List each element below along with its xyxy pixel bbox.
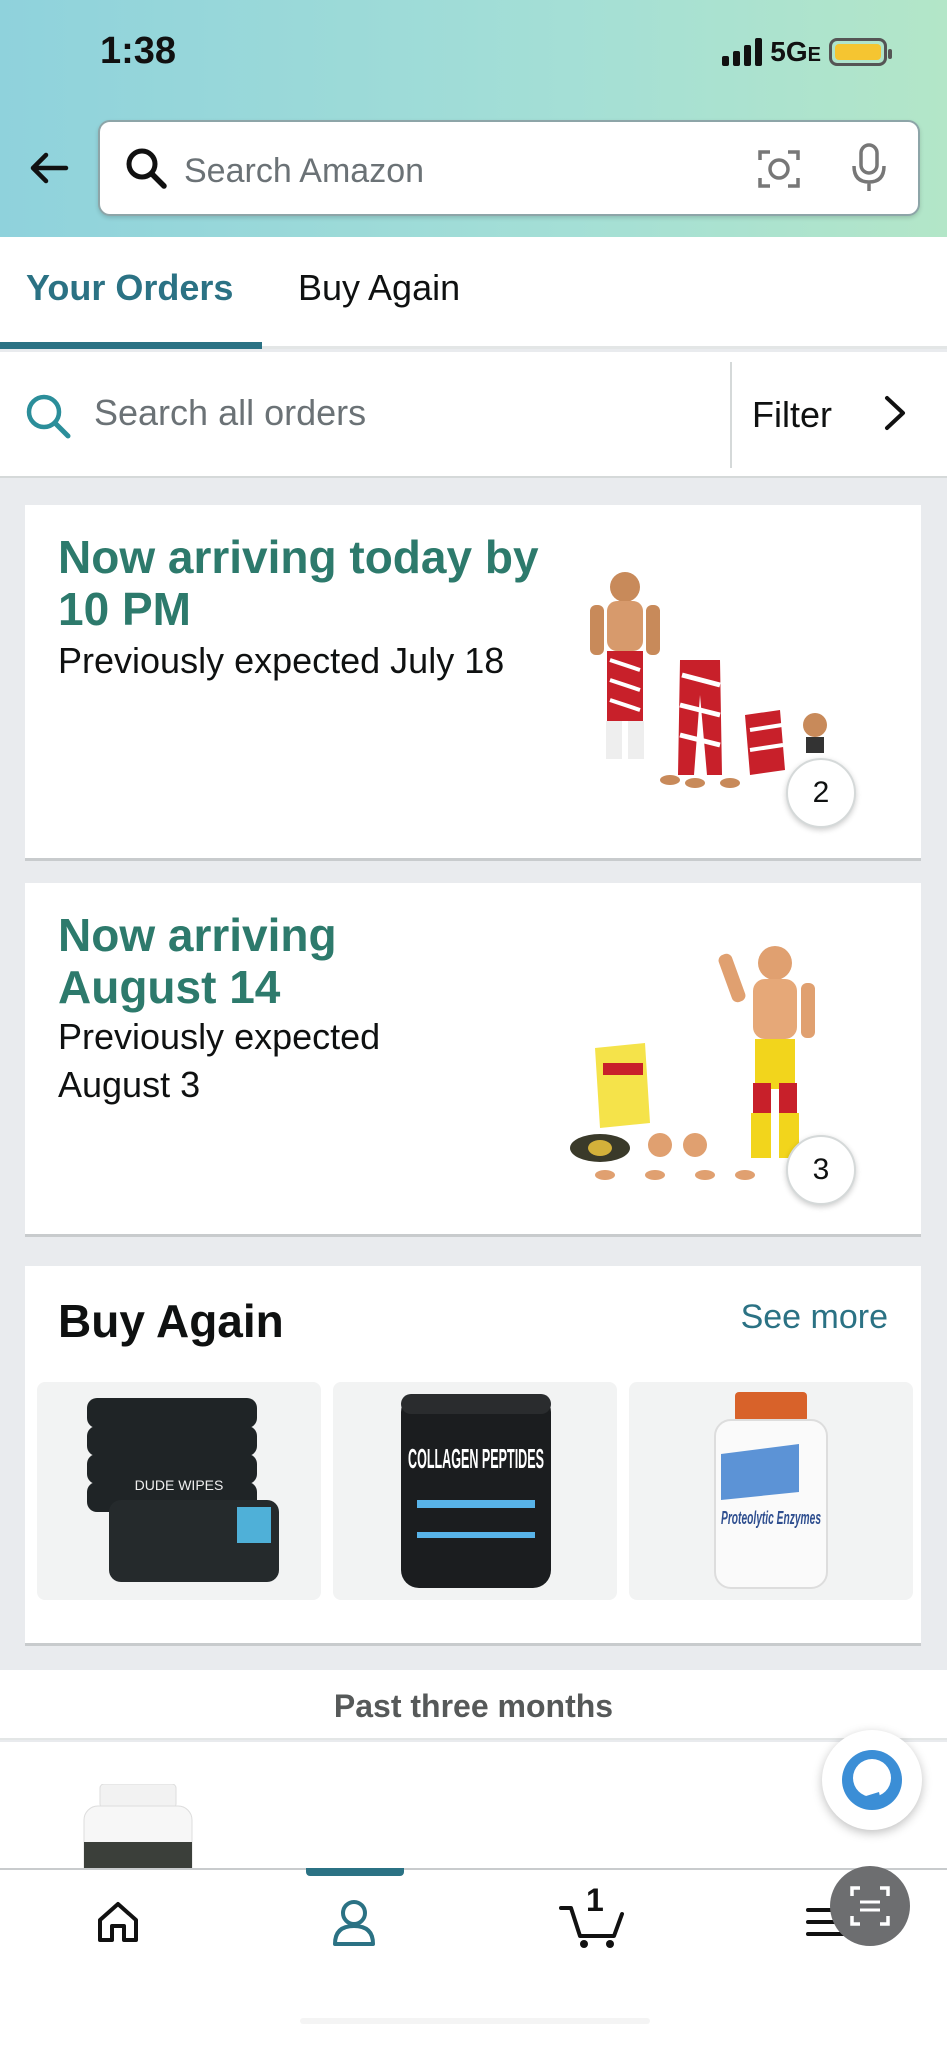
divider: [730, 362, 732, 468]
status-time: 1:38: [100, 30, 177, 72]
cart-button[interactable]: 1: [558, 1882, 628, 1950]
buy-again-product-collagen[interactable]: COLLAGEN PEPTIDES: [333, 1382, 617, 1600]
arrival-headline: Now arriving today by 10 PM: [58, 531, 539, 635]
previous-expected-date: Previously expected July 18: [58, 640, 505, 681]
order-card[interactable]: Now arriving today by 10 PM Previously e…: [25, 505, 921, 861]
buy-again-section: Buy Again See more DUDE WIPES COLLAGEN P…: [25, 1266, 921, 1646]
home-icon[interactable]: [94, 1898, 142, 1946]
product-label: COLLAGEN PEPTIDES: [408, 1443, 544, 1474]
tab-your-orders[interactable]: Your Orders: [26, 267, 233, 309]
order-card[interactable]: Now arriving August 14 Previously expect…: [25, 883, 921, 1237]
signal-icon: [722, 38, 763, 66]
mic-icon[interactable]: [848, 142, 890, 194]
search-icon: [26, 394, 71, 439]
orders-search-row: Search all orders Filter: [0, 352, 947, 478]
buy-again-product-wipes[interactable]: DUDE WIPES: [37, 1382, 321, 1600]
active-tab-underline: [0, 342, 262, 349]
battery-icon: [829, 38, 892, 66]
product-image: COLLAGEN PEPTIDES: [401, 1394, 551, 1588]
cart-count: 1: [586, 1882, 604, 1918]
scan-button[interactable]: [830, 1866, 910, 1946]
product-image: Proteolytic Enzymes: [714, 1392, 828, 1589]
active-nav-indicator: [306, 1868, 404, 1876]
filter-button[interactable]: Filter: [752, 394, 832, 436]
amazon-search-bar[interactable]: Search Amazon: [98, 120, 920, 216]
orders-search-input[interactable]: Search all orders: [94, 392, 366, 434]
app-header: 1:38 5GE Search Amazon: [0, 0, 947, 237]
search-icon: [126, 148, 167, 189]
past-orders-list[interactable]: [0, 1742, 947, 1872]
see-more-link[interactable]: See more: [741, 1298, 888, 1337]
buy-again-title: Buy Again: [58, 1295, 284, 1347]
tab-buy-again[interactable]: Buy Again: [298, 267, 460, 309]
account-icon[interactable]: [330, 1898, 378, 1948]
camera-icon[interactable]: [756, 146, 802, 192]
product-label: Proteolytic Enzymes: [721, 1508, 821, 1528]
product-image: DUDE WIPES: [87, 1398, 279, 1582]
search-input[interactable]: Search Amazon: [184, 152, 424, 191]
network-label: 5GE: [770, 36, 821, 67]
item-count-badge: 2: [786, 758, 856, 828]
past-three-months-header: Past three months: [0, 1670, 947, 1740]
item-count-badge: 3: [786, 1135, 856, 1205]
previous-expected-date: Previously expected August 3: [58, 1016, 381, 1105]
section-label: Past three months: [333, 1688, 614, 1724]
product-label: DUDE WIPES: [135, 1477, 224, 1493]
chevron-right-icon[interactable]: [878, 390, 912, 436]
status-indicators: 5GE: [722, 36, 892, 68]
back-arrow-icon[interactable]: [26, 145, 72, 191]
alexa-button[interactable]: [822, 1730, 922, 1830]
buy-again-product-enzymes[interactable]: Proteolytic Enzymes: [629, 1382, 913, 1600]
alexa-icon: [842, 1750, 902, 1810]
orders-tabs: Your Orders Buy Again: [0, 237, 947, 349]
product-image: [83, 1784, 193, 1872]
arrival-headline: Now arriving August 14: [58, 909, 337, 1013]
home-indicator: [300, 2018, 650, 2024]
scan-icon: [850, 1886, 890, 1926]
